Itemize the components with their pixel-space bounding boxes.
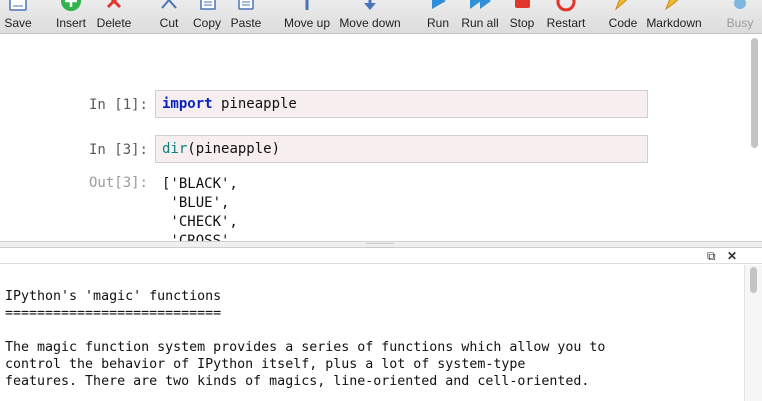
save-icon [9,0,27,11]
code-cell-3[interactable]: dir(pineapple) [155,135,648,163]
cut-button[interactable]: Cut [156,0,182,33]
markdown-label: Markdown [646,16,702,30]
save-button[interactable]: Save [2,0,34,33]
move-down-label: Move down [339,16,401,30]
restart-icon [556,0,576,12]
help-header: ⧉ ✕ [0,248,762,264]
help-scrollbar[interactable] [750,267,757,293]
input-prompt-1: In [1]: [88,97,148,113]
close-icon [106,0,122,9]
help-text: IPython's 'magic' functions ============… [5,289,606,389]
plus-icon [61,0,81,11]
restart-label: Restart [546,16,586,30]
input-prompt-3: In [3]: [88,142,148,158]
restart-button[interactable]: Restart [543,0,589,33]
scissors-icon [161,0,177,9]
paste-icon [238,0,254,10]
notebook-pane[interactable]: In [1]: import pineapple In [3]: dir(pin… [0,34,762,241]
close-icon[interactable]: ✕ [727,249,737,263]
cut-label: Cut [159,16,179,30]
busy-indicator: Busy [724,0,756,33]
paste-label: Paste [230,16,262,30]
code-text: pineapple [212,96,297,112]
code-builtin: dir [162,141,188,157]
copy-label: Copy [192,16,221,30]
help-scroll-track[interactable] [744,265,762,401]
run-button[interactable]: Run [424,0,452,33]
move-up-label: Move up [283,16,331,30]
insert-label: Insert [55,16,86,30]
busy-icon [734,0,746,9]
markdown-button[interactable]: Markdown [645,0,703,33]
code-keyword: import [162,96,213,112]
play-icon [432,0,446,9]
code-button[interactable]: Code [607,0,639,33]
run-all-button[interactable]: Run all [459,0,501,33]
paste-button[interactable]: Paste [229,0,263,33]
output-prompt-3: Out[3]: [88,175,148,191]
move-up-button[interactable]: Move up [283,0,331,33]
popout-icon[interactable]: ⧉ [707,249,716,263]
insert-button[interactable]: Insert [54,0,88,33]
delete-button[interactable]: Delete [94,0,134,33]
copy-button[interactable]: Copy [190,0,224,33]
run-label: Run [426,16,449,30]
copy-icon [200,0,216,10]
toolbar: Save Insert Delete Cut Copy Paste Move u… [0,0,762,34]
busy-label: Busy [726,16,754,30]
pencil-icon [614,0,628,11]
code-cell-1[interactable]: import pineapple [155,90,648,118]
arrow-down-icon [364,0,376,10]
code-label: Code [608,16,638,30]
arrow-up-icon [305,0,309,10]
pane-splitter[interactable] [0,241,762,248]
notebook-scrollbar[interactable] [751,38,758,148]
stop-icon [515,0,530,8]
code-text: (pineapple) [187,141,281,157]
run-all-label: Run all [461,16,499,30]
output-text: ['BLACK', 'BLUE', 'CHECK', 'CROSS', [162,176,238,241]
markdown-icon [664,0,679,11]
fast-forward-icon [470,0,491,9]
help-pane[interactable]: ⧉ ✕ IPython's 'magic' functions ========… [0,248,762,401]
stop-button[interactable]: Stop [507,0,537,33]
move-down-button[interactable]: Move down [338,0,402,33]
save-label: Save [4,16,32,30]
stop-label: Stop [509,16,535,30]
delete-label: Delete [96,16,132,30]
